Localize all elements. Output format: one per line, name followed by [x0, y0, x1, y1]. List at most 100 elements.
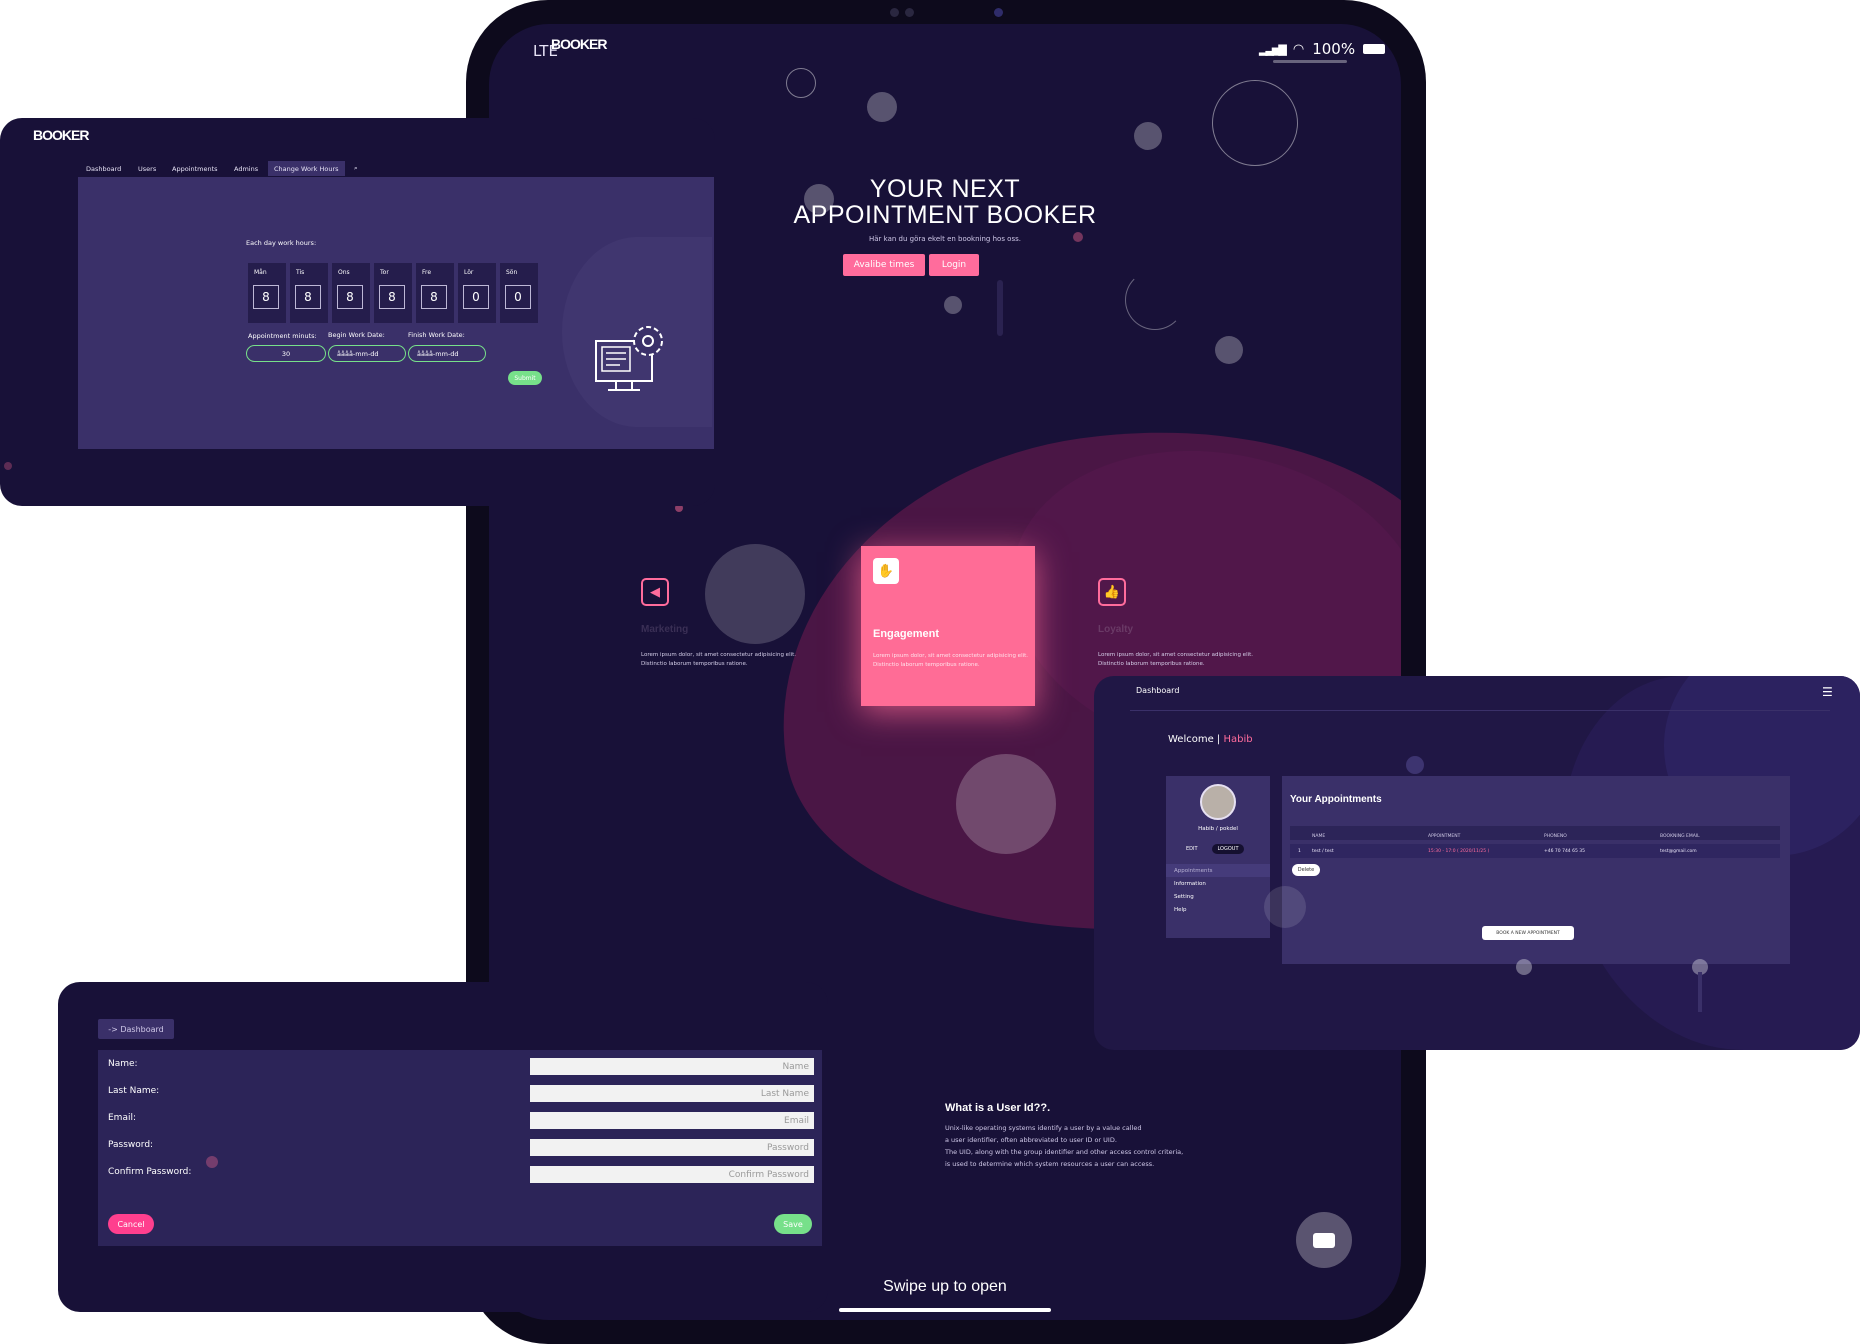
appointment-minutes-input[interactable]: 30 — [246, 345, 326, 362]
avatar — [1200, 784, 1236, 820]
decor-bubble — [944, 296, 962, 314]
confirm-password-input[interactable]: Confirm Password — [530, 1166, 814, 1183]
day-hours-input[interactable]: 0 — [463, 285, 489, 309]
megaphone-icon: ◀ — [641, 578, 669, 606]
appointment-minutes-label: Appointment minuts: — [248, 332, 317, 340]
appointments-title: Your Appointments — [1290, 794, 1382, 805]
table-row — [1290, 844, 1780, 858]
decor-ring — [1212, 80, 1298, 166]
save-button[interactable]: Save — [774, 1214, 812, 1234]
uid-line: Unix-like operating systems identify a u… — [945, 1124, 1142, 1132]
feature-card-engagement[interactable]: ✋ Engagement Lorem ipsum dolor, sit amet… — [861, 546, 1035, 706]
dashboard-window: Dashboard ☰ Welcome | Habib Habib / pokd… — [1094, 676, 1860, 1050]
name-input[interactable]: Name — [530, 1058, 814, 1075]
feature-title-loyalty: Loyalty — [1098, 624, 1134, 635]
day-hours-input[interactable]: 8 — [379, 285, 405, 309]
password-input[interactable]: Password — [530, 1139, 814, 1156]
status-bar-right: ▂▃▅▇ ◠ 100% — [1259, 40, 1386, 58]
decor-bubble — [956, 754, 1056, 854]
profile-sidebar: Habib / pokdel EDIT LOGOUT Appointments … — [1166, 776, 1270, 938]
email-input[interactable]: Email — [530, 1112, 814, 1129]
side-link-information[interactable]: Information — [1166, 877, 1270, 890]
feature-desc-marketing: Lorem ipsum dolor, sit amet consectetur … — [641, 651, 801, 669]
side-link-setting[interactable]: Setting — [1166, 890, 1270, 903]
day-hours-input[interactable]: 8 — [337, 285, 363, 309]
nav-users[interactable]: Users — [132, 161, 162, 176]
status-underline — [1273, 60, 1347, 63]
day-hours-input[interactable]: 8 — [421, 285, 447, 309]
decor-bubble — [206, 1156, 218, 1168]
hamburger-menu-icon[interactable]: ☰ — [1822, 685, 1833, 699]
finish-date-label: Finish Work Date: — [408, 331, 465, 339]
front-camera — [994, 8, 1003, 17]
hand-icon: ✋ — [873, 558, 899, 584]
decor-bubble — [1264, 886, 1306, 928]
day-fri: Fre 8 — [416, 263, 454, 323]
row-email: test@gmail.com — [1660, 849, 1697, 854]
hero-title: YOUR NEXT APPOINTMENT BOOKER — [749, 176, 1141, 228]
day-label: Mån — [254, 269, 267, 276]
day-hours-input[interactable]: 8 — [295, 285, 321, 309]
col-email: BOOKNING EMAIL — [1660, 834, 1700, 839]
available-times-button[interactable]: Avalibe times — [843, 254, 925, 276]
camera-button[interactable] — [1296, 1212, 1352, 1268]
feature-desc-engagement: Lorem ipsum dolor, sit amet consectetur … — [873, 652, 1033, 670]
email-label: Email: — [108, 1113, 137, 1123]
side-link-help[interactable]: Help — [1166, 903, 1270, 916]
col-phone: PHONENO — [1544, 834, 1567, 839]
decor-bar — [997, 280, 1003, 336]
col-name: NAME — [1312, 834, 1326, 839]
day-label: Lör — [464, 269, 474, 276]
home-indicator[interactable] — [839, 1308, 1051, 1312]
logout-button[interactable]: LOGOUT — [1212, 844, 1244, 854]
day-mon: Mån 8 — [248, 263, 286, 323]
welcome-label: Welcome | — [1168, 734, 1221, 745]
login-button[interactable]: Login — [929, 254, 979, 276]
delete-button[interactable]: Delete — [1292, 864, 1320, 876]
edit-button[interactable]: EDIT — [1186, 844, 1198, 854]
hero-subtitle: Här kan du göra ekelt en bookning hos os… — [868, 235, 1021, 243]
row-appointment: 15:30 - 17:0 ( 2020/11/25 ) — [1428, 849, 1490, 854]
nav-admins[interactable]: Admins — [228, 161, 264, 176]
search-icon[interactable]: ⌕ — [348, 161, 364, 176]
nav-appointments[interactable]: Appointments — [166, 161, 224, 176]
day-hours-input[interactable]: 0 — [505, 285, 531, 309]
uid-title: What is a User Id??. — [945, 1102, 1051, 1114]
begin-date-input[interactable]: åååå-mm-dd — [328, 345, 406, 362]
back-to-dashboard-button[interactable]: -> Dashboard — [98, 1019, 174, 1039]
submit-button[interactable]: Submit — [508, 371, 542, 385]
hero-title-line2: APPOINTMENT BOOKER — [793, 201, 1097, 229]
last-name-input[interactable]: Last Name — [530, 1085, 814, 1102]
booker-logo: BOOKER — [551, 36, 607, 52]
side-link-appointments[interactable]: Appointments — [1166, 864, 1270, 877]
feature-title-marketing: Marketing — [641, 624, 689, 635]
day-thu: Tor 8 — [374, 263, 412, 323]
day-sat: Lör 0 — [458, 263, 496, 323]
nav-dashboard[interactable]: Dashboard — [80, 161, 127, 176]
decor-bubble — [867, 92, 897, 122]
signal-icon: ▂▃▅▇ — [1259, 42, 1287, 56]
day-tue: Tis 8 — [290, 263, 328, 323]
last-name-label: Last Name: — [108, 1086, 160, 1096]
feature-desc-loyalty: Lorem ipsum dolor, sit amet consectetur … — [1098, 651, 1258, 669]
feature-desc-line: Distinctio laborum temporibus ratione. — [641, 661, 748, 667]
row-phone: +46 70 744 65 35 — [1544, 849, 1585, 854]
day-sun: Sön 0 — [500, 263, 538, 323]
col-appointment: APPOINTMENT — [1428, 834, 1461, 839]
row-index: 1 — [1298, 849, 1301, 854]
book-new-appointment-button[interactable]: BOOK A NEW APPOINTMENT — [1482, 926, 1574, 940]
profile-name: Habib / pokdel — [1198, 826, 1238, 832]
date-value: åååå-mm-dd — [337, 349, 379, 358]
feature-desc-line: Lorem ipsum dolor, sit amet consectetur … — [873, 653, 1029, 659]
nav-change-work-hours[interactable]: Change Work Hours — [268, 161, 345, 176]
feature-desc-line: Lorem ipsum dolor, sit amet consectetur … — [641, 652, 797, 658]
finish-date-input[interactable]: åååå-mm-dd — [408, 345, 486, 362]
divider — [1130, 710, 1830, 711]
hero-title-line1: YOUR NEXT — [869, 175, 1021, 203]
day-hours-input[interactable]: 8 — [253, 285, 279, 309]
cancel-button[interactable]: Cancel — [108, 1214, 154, 1234]
uid-line: a user identifier, often abbreviated to … — [945, 1136, 1117, 1144]
day-wed: Ons 8 — [332, 263, 370, 323]
feature-desc-line: Lorem ipsum dolor, sit amet consectetur … — [1098, 652, 1254, 658]
work-hours-window: BOOKER Dashboard Users Appointments Admi… — [0, 118, 715, 506]
